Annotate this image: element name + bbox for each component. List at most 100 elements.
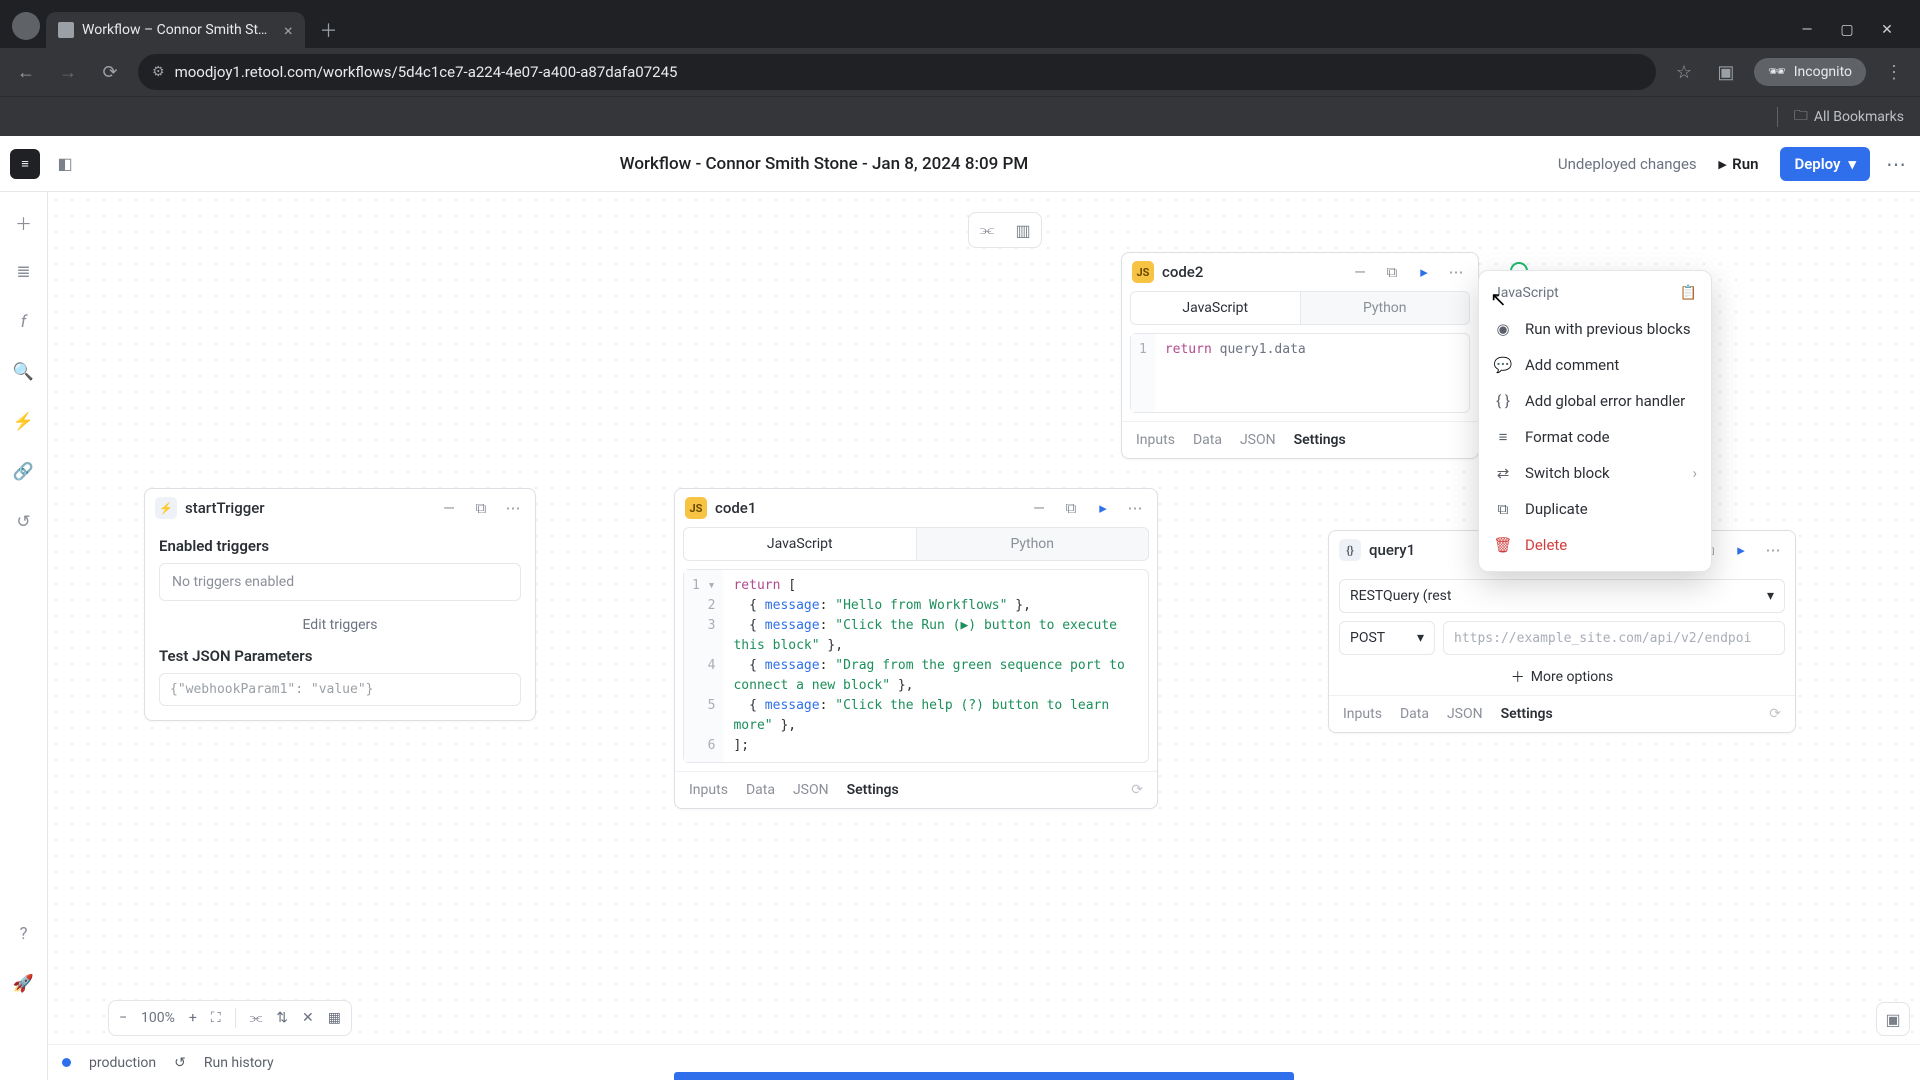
tab-javascript[interactable]: JavaScript: [683, 527, 916, 561]
rocket-icon[interactable]: 🚀: [10, 970, 38, 998]
new-tab-button[interactable]: ＋: [315, 16, 343, 44]
tab-python[interactable]: Python: [916, 527, 1150, 561]
ctx-delete[interactable]: 🗑Delete: [1479, 527, 1711, 563]
history-icon[interactable]: ↺: [10, 508, 38, 536]
tab-data[interactable]: Data: [746, 782, 775, 798]
canvas[interactable]: ⫘ ▥ ⚡ startTrigger — ⧉ ⋯ Enabled trigger…: [48, 192, 1920, 1080]
node-code2[interactable]: JS code2 — ⧉ ▸ ⋯ JavaScript Python 1: [1121, 252, 1479, 459]
code-editor[interactable]: 1 return query1.data: [1130, 333, 1470, 413]
forward-icon[interactable]: →: [54, 58, 82, 86]
fit-screen-icon[interactable]: ⛶: [211, 1010, 221, 1026]
env-label[interactable]: production: [89, 1055, 156, 1071]
api-badge-icon: {}: [1339, 539, 1361, 561]
retool-logo-icon[interactable]: ≡: [10, 149, 40, 179]
grid-icon[interactable]: ▦: [328, 1010, 341, 1026]
close-tab-icon[interactable]: ×: [284, 21, 293, 40]
bookmark-star-icon[interactable]: ☆: [1670, 58, 1698, 86]
layout-icon[interactable]: ⫘: [250, 1010, 263, 1026]
minimap-toggle-icon[interactable]: ▣: [1876, 1002, 1910, 1036]
close-panel-icon[interactable]: ✕: [302, 1010, 314, 1026]
minimize-node-icon[interactable]: —: [1348, 263, 1372, 281]
node-more-icon[interactable]: ⋯: [1123, 499, 1147, 517]
ctx-run-previous[interactable]: ◉Run with previous blocks: [1479, 311, 1711, 347]
tab-data[interactable]: Data: [1193, 432, 1222, 448]
url-input[interactable]: https://example_site.com/api/v2/endpoi: [1443, 621, 1785, 655]
run-button[interactable]: ▸ Run: [1709, 149, 1769, 179]
zoom-in-button[interactable]: +: [189, 1010, 197, 1026]
resource-select[interactable]: RESTQuery (rest ▾: [1339, 579, 1785, 613]
edit-triggers-button[interactable]: Edit triggers: [159, 611, 521, 647]
node-footer-tabs: Inputs Data JSON Settings ⟳: [1329, 695, 1795, 732]
copy-node-icon[interactable]: ⧉: [469, 499, 493, 517]
link-icon[interactable]: 🔗: [10, 458, 38, 486]
tab-python[interactable]: Python: [1300, 291, 1471, 325]
node-more-icon[interactable]: ⋯: [1444, 263, 1468, 281]
browser-menu-icon[interactable]: ⋮: [1880, 58, 1908, 86]
view-mode-toggle[interactable]: ⫘ ▥: [968, 212, 1042, 248]
all-bookmarks-button[interactable]: 🗀 All Bookmarks: [1794, 105, 1904, 129]
clipboard-icon[interactable]: 📋: [1680, 285, 1697, 301]
graph-view-icon[interactable]: ⫘: [972, 220, 1002, 240]
node-title: code2: [1162, 263, 1203, 281]
comment-icon: 💬: [1493, 356, 1513, 374]
site-settings-icon[interactable]: ⚙: [152, 64, 165, 80]
ctx-format-code[interactable]: ≡Format code: [1479, 419, 1711, 455]
tab-javascript[interactable]: JavaScript: [1130, 291, 1300, 325]
run-node-icon[interactable]: ▸: [1412, 263, 1436, 281]
minimize-icon[interactable]: —: [1796, 22, 1818, 38]
method-select[interactable]: POST ▾: [1339, 621, 1435, 655]
panel-icon[interactable]: ▣: [1712, 58, 1740, 86]
sort-icon[interactable]: ⇅: [276, 1010, 288, 1026]
zoom-out-button[interactable]: −: [119, 1010, 127, 1026]
ctx-add-comment[interactable]: 💬Add comment: [1479, 347, 1711, 383]
reload-icon[interactable]: ⟳: [96, 58, 124, 86]
run-history-button[interactable]: Run history: [204, 1055, 274, 1071]
deploy-button[interactable]: Deploy ▾: [1780, 147, 1870, 181]
test-params-input[interactable]: {"webhookParam1": "value"}: [159, 673, 521, 706]
tab-inputs[interactable]: Inputs: [1343, 706, 1382, 722]
node-more-icon[interactable]: ⋯: [501, 499, 525, 517]
search-icon[interactable]: 🔍: [10, 358, 38, 386]
node-more-icon[interactable]: ⋯: [1761, 541, 1785, 559]
maximize-icon[interactable]: ▢: [1836, 22, 1858, 38]
help-icon[interactable]: ?: [10, 920, 38, 948]
minimize-node-icon[interactable]: —: [437, 499, 461, 517]
run-node-icon[interactable]: ▸: [1729, 541, 1753, 559]
node-start-trigger[interactable]: ⚡ startTrigger — ⧉ ⋯ Enabled triggers No…: [144, 488, 536, 721]
more-options-button[interactable]: ＋ More options: [1339, 655, 1785, 695]
ctx-duplicate[interactable]: ⧉Duplicate: [1479, 491, 1711, 527]
address-bar[interactable]: ⚙ moodjoy1.retool.com/workflows/5d4c1ce7…: [138, 54, 1656, 90]
profile-avatar-icon[interactable]: [12, 12, 40, 40]
list-icon[interactable]: ≣: [10, 258, 38, 286]
tab-settings[interactable]: Settings: [1501, 706, 1553, 722]
js-badge-icon: JS: [1132, 261, 1154, 283]
tab-inputs[interactable]: Inputs: [1136, 432, 1175, 448]
tab-settings[interactable]: Settings: [1294, 432, 1346, 448]
tab-json[interactable]: JSON: [793, 782, 829, 798]
tab-json[interactable]: JSON: [1240, 432, 1276, 448]
ctx-switch-block[interactable]: ⇄Switch block›: [1479, 455, 1711, 491]
tab-data[interactable]: Data: [1400, 706, 1429, 722]
node-code1[interactable]: JS code1 — ⧉ ▸ ⋯ JavaScript Python: [674, 488, 1158, 809]
minimize-node-icon[interactable]: —: [1027, 499, 1051, 517]
copy-node-icon[interactable]: ⧉: [1059, 499, 1083, 517]
toggle-panel-icon[interactable]: ◧: [50, 149, 80, 179]
code-editor[interactable]: 1 ▾ 2 3 4 5 6 return [ { message: "Hello…: [683, 569, 1149, 763]
tab-inputs[interactable]: Inputs: [689, 782, 728, 798]
header-more-icon[interactable]: ⋯: [1882, 152, 1910, 176]
tab-json[interactable]: JSON: [1447, 706, 1483, 722]
close-window-icon[interactable]: ✕: [1876, 22, 1898, 38]
back-icon[interactable]: ←: [12, 58, 40, 86]
refresh-icon[interactable]: ⟳: [1769, 706, 1781, 722]
bolt-icon[interactable]: ⚡: [10, 408, 38, 436]
tab-settings[interactable]: Settings: [847, 782, 899, 798]
function-icon[interactable]: f: [10, 308, 38, 336]
add-block-icon[interactable]: ＋: [10, 208, 38, 236]
ctx-global-error[interactable]: { }Add global error handler: [1479, 383, 1711, 419]
run-node-icon[interactable]: ▸: [1091, 499, 1115, 517]
refresh-icon[interactable]: ⟳: [1131, 782, 1143, 798]
browser-tab[interactable]: Workflow – Connor Smith Sto… ×: [46, 12, 305, 48]
list-view-icon[interactable]: ▥: [1008, 221, 1038, 240]
copy-node-icon[interactable]: ⧉: [1380, 263, 1404, 281]
node-title: code1: [715, 499, 756, 517]
